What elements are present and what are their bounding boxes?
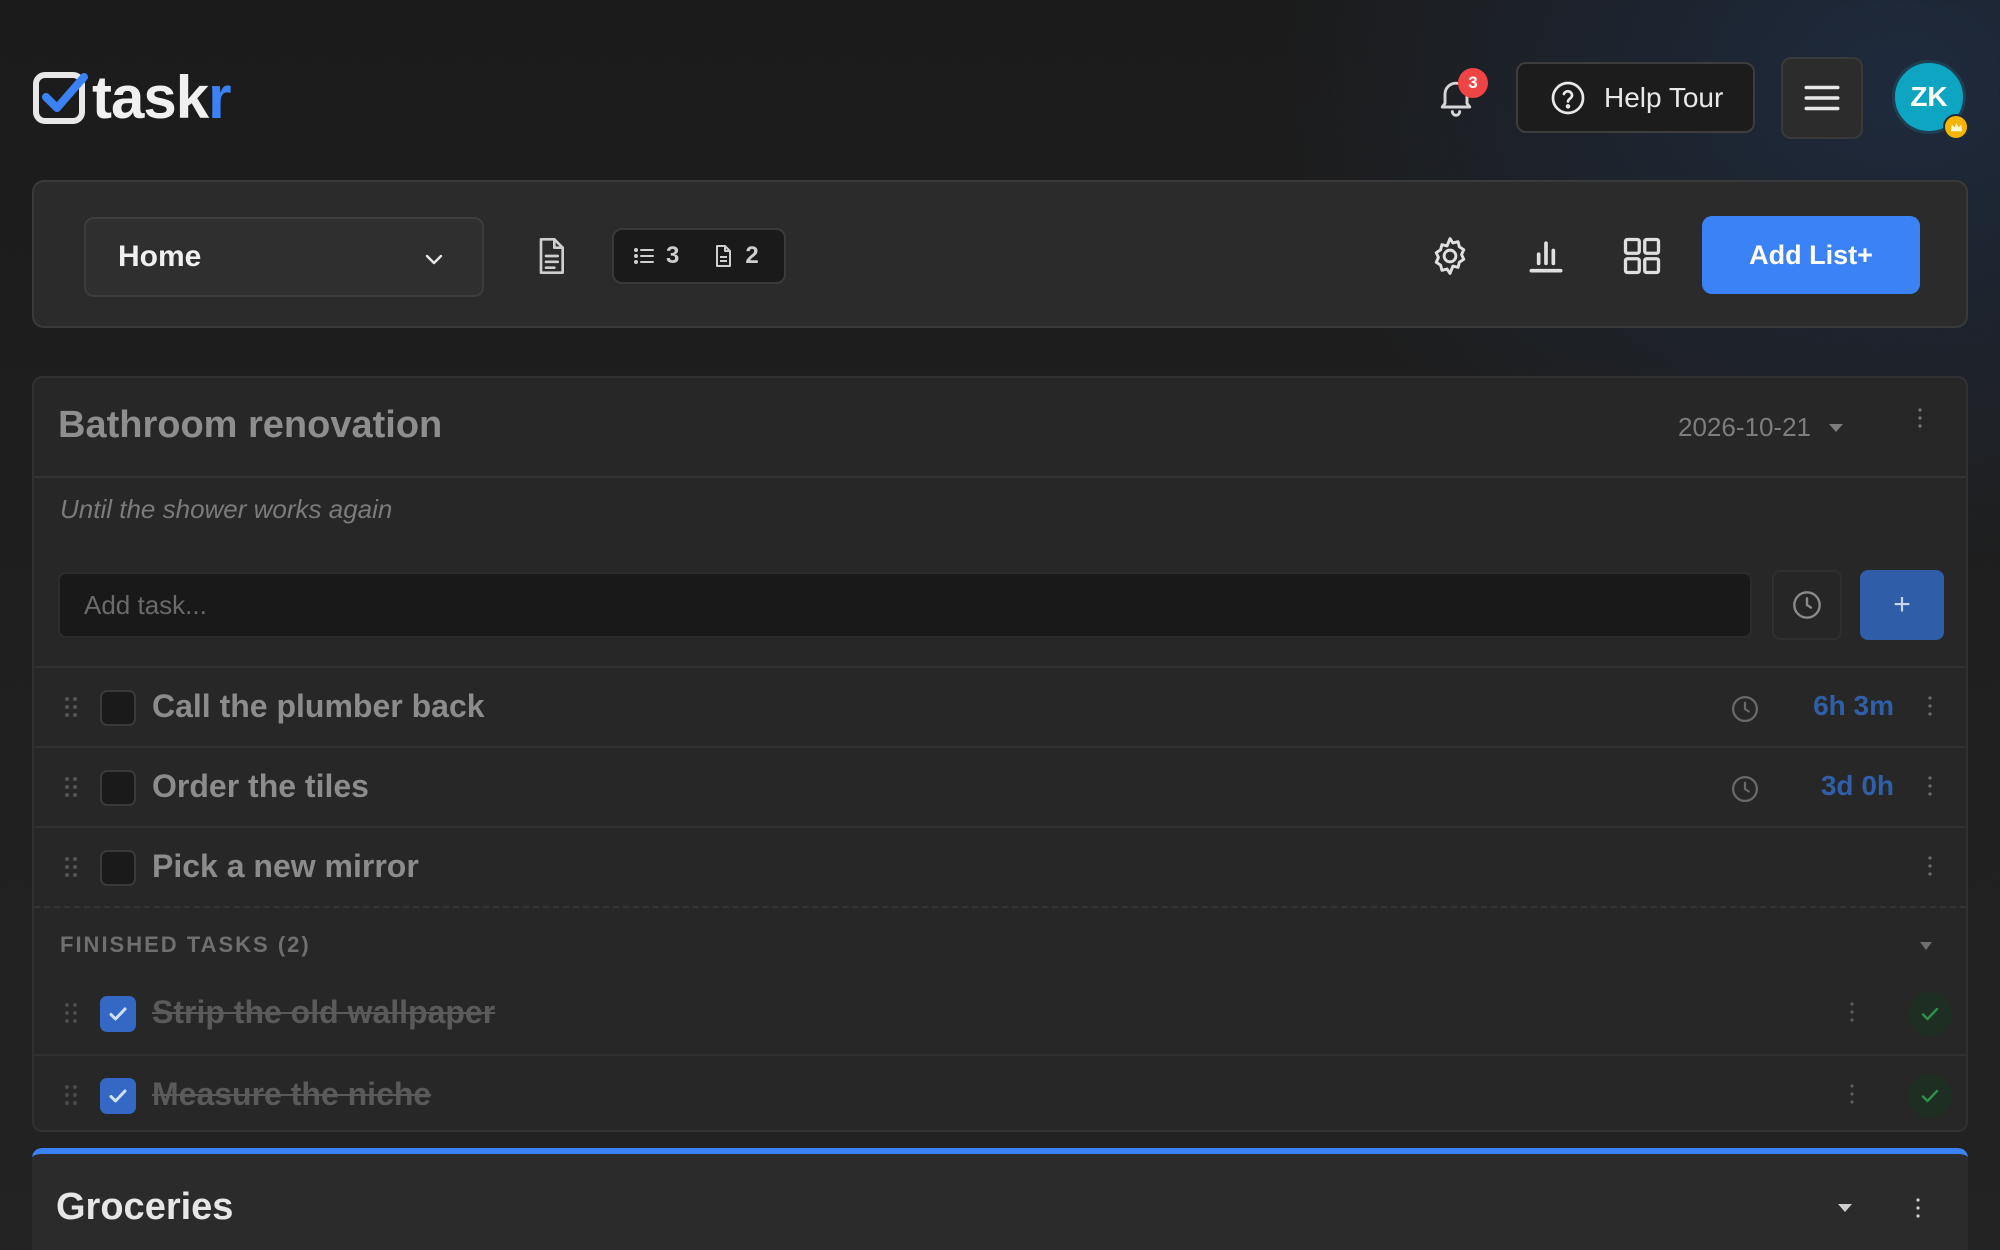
bar-chart-icon: [1529, 241, 1563, 273]
note-count: 2: [745, 242, 759, 269]
task-title[interactable]: Call the plumber back: [152, 688, 485, 725]
help-tour-button[interactable]: Help Tour: [1516, 62, 1755, 133]
taskr-logo[interactable]: taskr: [32, 64, 231, 131]
caret-down-icon[interactable]: [1838, 1204, 1852, 1212]
clock-icon: [1793, 591, 1821, 619]
help-tour-label: Help Tour: [1604, 81, 1724, 113]
add-list-button[interactable]: Add List+: [1702, 216, 1920, 294]
list-icon: [634, 248, 654, 264]
task-time-remaining: 3d 0h: [1820, 770, 1894, 801]
board-selector[interactable]: Home: [84, 217, 484, 297]
finished-tasks-toggle[interactable]: FINISHED TASKS (2): [34, 906, 1966, 976]
grid-icon: [1623, 237, 1661, 275]
clock-icon: [1730, 774, 1760, 804]
drag-handle-icon[interactable]: [64, 1002, 78, 1024]
kebab-icon: [1928, 696, 1932, 716]
hamburger-icon: [1804, 85, 1840, 111]
list-options-button[interactable]: [1908, 398, 1932, 438]
chevron-down-icon: [425, 254, 443, 265]
premium-crown-badge: [1943, 114, 1969, 140]
list-due-date-value: 2026-10-21: [1678, 412, 1811, 442]
task-title[interactable]: Order the tiles: [152, 768, 369, 805]
question-circle-icon: [1551, 81, 1585, 114]
task-row: Call the plumber back 6h 3m: [34, 666, 1966, 746]
task-checkbox[interactable]: [100, 1078, 136, 1114]
task-row: Pick a new mirror: [34, 826, 1966, 906]
task-options-button[interactable]: [1840, 992, 1864, 1032]
main-menu-button[interactable]: [1781, 57, 1863, 139]
task-options-button[interactable]: [1840, 1074, 1864, 1114]
task-checkbox[interactable]: [100, 850, 136, 886]
task-list-card: Bathroom renovation 2026-10-21 Until the…: [32, 376, 1968, 1132]
kebab-icon: [1928, 776, 1932, 796]
document-icon: [716, 245, 732, 267]
list-title[interactable]: Groceries: [56, 1186, 233, 1229]
list-due-date[interactable]: 2026-10-21: [1678, 412, 1843, 443]
notes-button[interactable]: [526, 231, 576, 281]
checkmark-icon: [109, 1007, 127, 1021]
list-header: Bathroom renovation 2026-10-21: [34, 378, 1966, 478]
kebab-icon: [1850, 1084, 1854, 1104]
set-deadline-button[interactable]: [1772, 570, 1842, 640]
task-time-remaining: 6h 3m: [1813, 690, 1894, 721]
task-row: Order the tiles 3d 0h: [34, 746, 1966, 826]
finished-task-row: Strip the old wallpaper: [34, 974, 1966, 1054]
add-task-button[interactable]: +: [1860, 570, 1944, 640]
crown-icon: [1950, 122, 1962, 131]
kebab-icon: [1928, 856, 1932, 876]
check-icon: [1921, 1089, 1939, 1103]
drag-handle-icon[interactable]: [64, 1084, 78, 1106]
statistics-button[interactable]: [1522, 232, 1570, 280]
task-options-button[interactable]: [1918, 846, 1942, 886]
drag-handle-icon[interactable]: [64, 856, 78, 878]
task-title[interactable]: Strip the old wallpaper: [152, 994, 495, 1031]
add-task-input[interactable]: [58, 572, 1752, 638]
completed-check-badge: [1908, 992, 1952, 1036]
list-options-button[interactable]: [1906, 1188, 1930, 1228]
task-options-button[interactable]: [1918, 766, 1942, 806]
task-checkbox[interactable]: [100, 996, 136, 1032]
top-bar: taskr 3 Help Tour ZK: [0, 0, 2000, 180]
kebab-icon: [1850, 1002, 1854, 1022]
gear-icon: [1434, 237, 1466, 275]
checkbox-logo-icon: [33, 72, 88, 124]
logo-wordmark: taskr: [92, 64, 231, 131]
finished-task-row: Measure the niche: [34, 1054, 1966, 1130]
document-icon: [539, 238, 564, 274]
settings-button[interactable]: [1426, 232, 1474, 280]
list-subtitle: Until the shower works again: [60, 494, 393, 524]
task-list-card: Groceries: [32, 1148, 1968, 1250]
caret-down-icon: [1920, 942, 1932, 950]
clock-icon: [1730, 694, 1760, 724]
completed-check-badge: [1908, 1074, 1952, 1118]
checkmark-icon: [109, 1089, 127, 1103]
list-count: 3: [666, 242, 680, 269]
check-icon: [1921, 1007, 1939, 1021]
notification-badge: 3: [1458, 68, 1488, 98]
task-options-button[interactable]: [1918, 686, 1942, 726]
finished-tasks-label: FINISHED TASKS (2): [60, 932, 311, 957]
task-title[interactable]: Pick a new mirror: [152, 848, 419, 885]
drag-handle-icon[interactable]: [64, 776, 78, 798]
board-counts: 3 2: [612, 228, 786, 284]
grid-view-button[interactable]: [1618, 232, 1666, 280]
kebab-icon: [1916, 1198, 1920, 1218]
kebab-icon: [1918, 408, 1922, 428]
task-checkbox[interactable]: [100, 690, 136, 726]
task-checkbox[interactable]: [100, 770, 136, 806]
list-title[interactable]: Bathroom renovation: [58, 404, 442, 447]
board-toolbar: Home 3 2 Add List+: [32, 180, 1968, 328]
task-title[interactable]: Measure the niche: [152, 1076, 431, 1113]
caret-down-icon: [1829, 423, 1843, 432]
board-selector-value: Home: [118, 240, 202, 273]
drag-handle-icon[interactable]: [64, 696, 78, 718]
